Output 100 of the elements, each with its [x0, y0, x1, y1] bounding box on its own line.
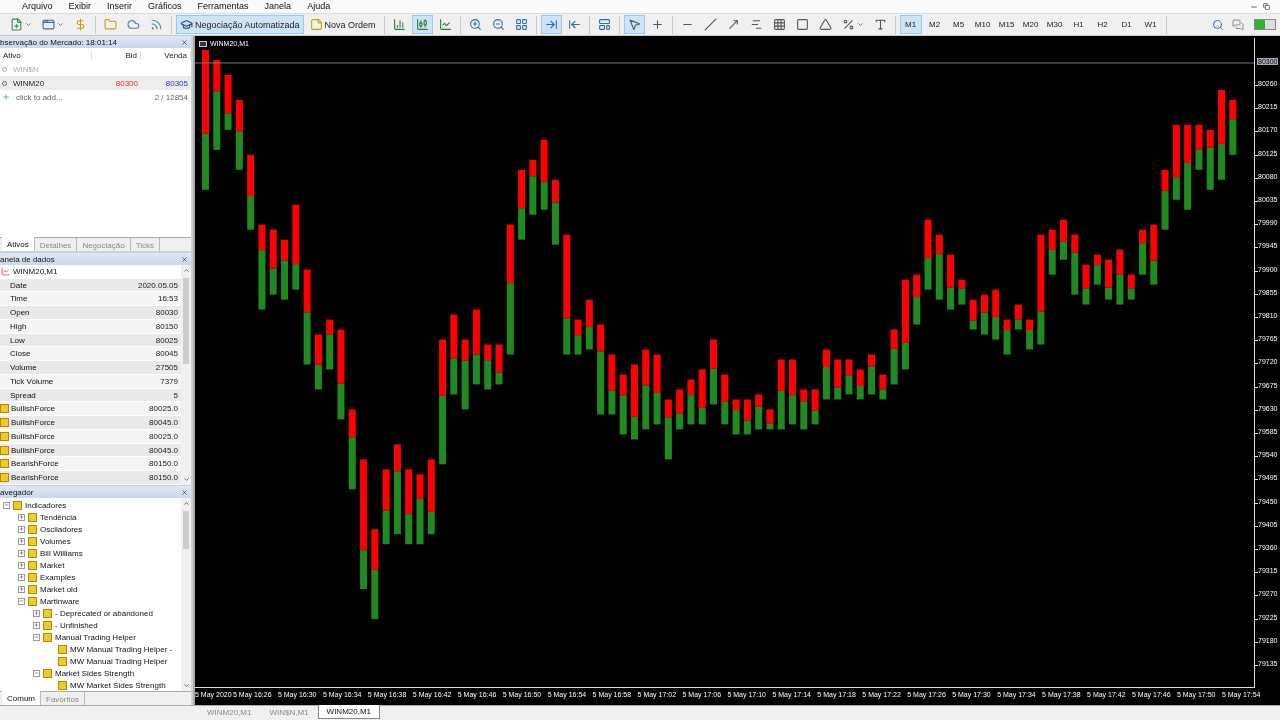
- scroll-up-icon[interactable]: [182, 267, 190, 274]
- scrollbar[interactable]: [181, 265, 191, 485]
- percent-icon: [841, 18, 855, 31]
- data-value: 27505: [154, 363, 179, 373]
- tree-expander[interactable]: [18, 549, 25, 557]
- tree-expander[interactable]: [18, 537, 25, 545]
- minimize-button[interactable]: [1248, 1, 1259, 12]
- arrow-to-line-icon: [567, 18, 581, 31]
- tree-item[interactable]: Martinware: [40, 596, 80, 606]
- tree-expander[interactable]: [33, 609, 40, 617]
- restore-button[interactable]: [1261, 1, 1272, 12]
- zoom-out-icon: [491, 18, 505, 31]
- tree-item[interactable]: Indicadores: [25, 500, 67, 510]
- tree-item[interactable]: Market old: [40, 584, 78, 594]
- timeframe-button[interactable]: M1: [899, 15, 922, 34]
- tree-item[interactable]: MW Manual Trading Helper -: [70, 644, 173, 654]
- add-symbol-link[interactable]: click to add...: [13, 92, 66, 102]
- scroll-up-icon[interactable]: [182, 500, 190, 507]
- tree-item[interactable]: Manual Trading Helper: [55, 632, 136, 642]
- timeframe-button[interactable]: W1: [1139, 15, 1162, 34]
- scroll-down-icon[interactable]: [182, 476, 190, 483]
- tree-item[interactable]: Osciladores: [40, 524, 83, 534]
- menu-item[interactable]: Gráficos: [140, 0, 190, 13]
- window-icon: [42, 18, 55, 31]
- tree-item[interactable]: - Deprecated or abandoned: [55, 608, 153, 618]
- tree-item[interactable]: MW Market Sides Strength: [70, 680, 166, 690]
- add-icon: [2, 93, 10, 101]
- tree-expander[interactable]: [18, 525, 25, 533]
- data-label: BullishForce: [11, 418, 55, 428]
- data-label: Low: [9, 335, 26, 345]
- arrow-to-line-button[interactable]: [540, 15, 562, 34]
- tree-item[interactable]: Market Sides Strength: [55, 668, 135, 678]
- close-icon[interactable]: [181, 255, 188, 263]
- tree-expander[interactable]: [18, 597, 25, 605]
- tree-expander[interactable]: [18, 573, 25, 581]
- timeframe-button[interactable]: M20: [1019, 15, 1042, 34]
- candlestick-icon: [415, 18, 429, 31]
- timeframe-button[interactable]: M5: [947, 15, 970, 34]
- timeframe-button[interactable]: D1: [1115, 15, 1138, 34]
- data-value: 2020.05.05: [136, 280, 179, 290]
- menu-item[interactable]: Ajuda: [299, 0, 339, 13]
- tree-expander[interactable]: [18, 513, 25, 521]
- tree-item[interactable]: Volumes: [40, 536, 71, 546]
- timeframe-button[interactable]: M2: [923, 15, 946, 34]
- data-label: BullishForce: [11, 404, 55, 414]
- panel-tab[interactable]: Ativos: [2, 237, 35, 251]
- data-value: 80150: [154, 321, 179, 331]
- toolbar-button[interactable]: Nova Ordem: [305, 15, 380, 34]
- tree-expander[interactable]: [33, 633, 40, 641]
- column-header[interactable]: Venda: [141, 50, 191, 60]
- scrollbar[interactable]: [181, 498, 191, 691]
- menu-item[interactable]: Exibir: [60, 0, 100, 13]
- plus-icon: [19, 526, 24, 532]
- close-icon[interactable]: [181, 488, 188, 496]
- toolbar-button[interactable]: Negociação Automatizada: [176, 15, 304, 34]
- symbol-name: WIN$N: [12, 64, 40, 74]
- timeframe-button[interactable]: H1: [1067, 15, 1090, 34]
- dollar-icon: [74, 18, 87, 31]
- timeframe-button[interactable]: M15: [995, 15, 1018, 34]
- toggle-switch[interactable]: [1254, 19, 1276, 30]
- symbol-row[interactable]: WINM20 80300 80305: [0, 76, 191, 90]
- timeframe-button[interactable]: H2: [1091, 15, 1114, 34]
- timeframe-button[interactable]: M30: [1043, 15, 1066, 34]
- tree-expander[interactable]: [18, 561, 25, 569]
- timeframe-button[interactable]: M10: [971, 15, 994, 34]
- column-header[interactable]: Ativo: [0, 50, 92, 60]
- tree-item[interactable]: Market: [40, 560, 65, 570]
- tree-item[interactable]: Tendência: [40, 512, 77, 522]
- panel-tab[interactable]: Comum: [2, 691, 41, 705]
- close-icon[interactable]: [181, 38, 188, 46]
- tree-expander[interactable]: [3, 501, 10, 509]
- menu-item[interactable]: Ferramentas: [189, 0, 257, 13]
- candlestick-button[interactable]: [411, 15, 433, 34]
- chart-icon: [1, 267, 10, 277]
- signal-icon: [150, 18, 163, 31]
- tree-item[interactable]: Bill Williams: [40, 548, 83, 558]
- data-label: Date: [9, 280, 28, 290]
- data-label: High: [9, 321, 28, 331]
- data-label: Volume: [9, 363, 38, 373]
- tree-expander[interactable]: [18, 585, 25, 593]
- chart-tab[interactable]: WINM20,M1: [317, 705, 381, 719]
- tree-expander[interactable]: [33, 669, 40, 677]
- minus-icon: [19, 598, 24, 604]
- panel-title: bservação do Mercado: 18:01:14: [0, 37, 117, 47]
- cursor-button[interactable]: [623, 15, 645, 34]
- menu-item[interactable]: Inserir: [99, 0, 141, 13]
- data-value: 80045: [154, 349, 179, 359]
- menu-item[interactable]: Arquivo: [14, 0, 61, 13]
- caret-icon: [57, 21, 64, 28]
- tree-item[interactable]: Examples: [40, 572, 76, 582]
- tree-item[interactable]: MW Manual Trading Helper: [70, 656, 168, 666]
- folder-icon: [104, 18, 117, 31]
- menu-item[interactable]: Janela: [256, 0, 300, 13]
- panel-title: avegador: [0, 487, 34, 497]
- column-header[interactable]: Bid: [92, 50, 141, 60]
- data-value: 80025.0: [148, 431, 179, 441]
- scroll-down-icon[interactable]: [182, 682, 190, 689]
- grid-icon: [514, 18, 528, 31]
- tree-expander[interactable]: [33, 621, 40, 629]
- tree-item[interactable]: - Unfinished: [55, 620, 98, 630]
